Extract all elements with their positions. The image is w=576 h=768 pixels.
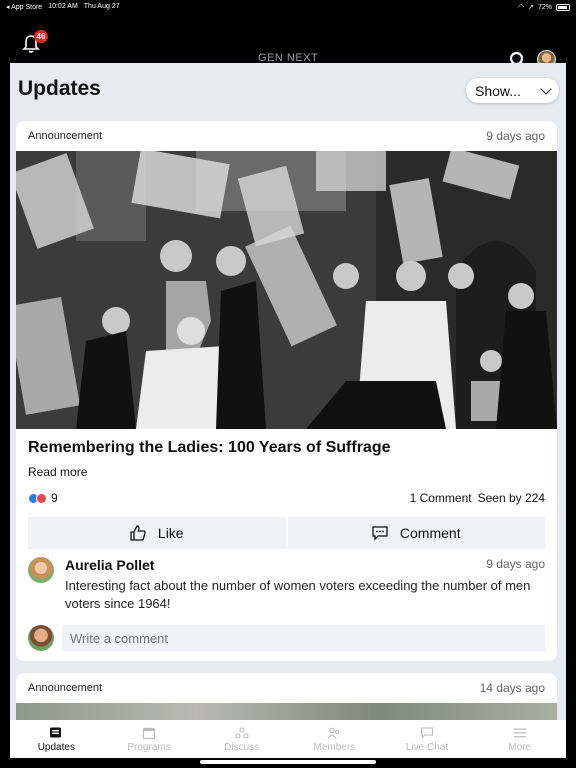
current-user-avatar	[28, 625, 54, 651]
post-card: Announcement 14 days ago	[16, 673, 557, 720]
comment-icon	[372, 526, 388, 541]
post-image[interactable]	[16, 703, 557, 720]
tab-more[interactable]: More	[473, 720, 566, 758]
tab-label: Updates	[37, 742, 75, 753]
battery-percent: 72%	[537, 3, 552, 11]
read-more-link[interactable]: Read more	[16, 457, 557, 485]
members-icon	[327, 727, 340, 739]
post-time: 14 days ago	[479, 681, 545, 695]
show-filter-label: Show...	[475, 82, 521, 99]
tab-label: Live Chat	[405, 742, 449, 753]
commenter-name[interactable]: Aurelia Pollet	[65, 557, 154, 573]
status-time: 10:02 AM	[48, 3, 78, 10]
tab-label: Members	[313, 742, 356, 753]
commenter-avatar[interactable]	[28, 557, 54, 583]
comment-time: 9 days ago	[486, 557, 545, 571]
location-icon: ➚	[528, 4, 534, 11]
post-card: Announcement 9 days ago Remembering the …	[16, 121, 557, 661]
back-to-app-store[interactable]: ◂ App Store	[6, 3, 42, 11]
post-header: Announcement 14 days ago	[16, 673, 557, 703]
updates-feed[interactable]: Updates Show... Announcement 9 days ago	[10, 63, 566, 720]
comment-text: Interesting fact about the number of wom…	[65, 578, 531, 611]
notification-badge: 46	[34, 30, 48, 43]
post-stats: 9 1 Comment Seen by 224	[16, 485, 557, 511]
write-comment-input[interactable]	[62, 625, 545, 651]
tab-label: More	[508, 742, 532, 753]
comment-count[interactable]: 1 Comment	[410, 491, 472, 505]
comment-label: Comment	[399, 525, 461, 541]
thumbs-up-icon	[130, 525, 146, 541]
wifi-icon: ◠	[518, 4, 525, 11]
tab-live-chat[interactable]: Live Chat	[381, 720, 474, 758]
chat-icon	[420, 727, 434, 739]
tab-programs[interactable]: Programs	[103, 720, 196, 758]
like-button[interactable]: Like	[28, 517, 286, 549]
write-comment-row	[16, 619, 557, 659]
discuss-icon	[235, 727, 249, 739]
reactions-summary[interactable]: 9	[28, 491, 58, 505]
seen-by-count[interactable]: Seen by 224	[478, 491, 545, 505]
tab-discuss[interactable]: Discuss	[195, 720, 288, 758]
calendar-icon	[142, 727, 156, 739]
show-filter-dropdown[interactable]: Show...	[466, 78, 559, 103]
post-header: Announcement 9 days ago	[16, 121, 557, 151]
tab-label: Programs	[127, 742, 171, 753]
home-indicator[interactable]	[200, 760, 376, 764]
tab-label: Discuss	[224, 742, 260, 753]
tab-members[interactable]: Members	[288, 720, 381, 758]
bottom-tab-bar: Updates Programs Discuss Members Live Ch…	[10, 720, 566, 758]
post-type: Announcement	[28, 130, 102, 142]
post-image[interactable]	[16, 151, 557, 429]
tab-updates[interactable]: Updates	[10, 720, 103, 758]
like-label: Like	[157, 525, 184, 541]
updates-icon	[50, 727, 62, 738]
top-nav-bar: 46 GEN NEXT	[0, 14, 576, 69]
page-title: Updates	[18, 77, 101, 100]
reaction-count: 9	[51, 491, 58, 505]
menu-icon	[513, 728, 526, 738]
post-type: Announcement	[28, 682, 102, 694]
status-date: Thu Aug 27	[83, 3, 120, 10]
love-reaction-icon	[36, 492, 47, 504]
suffrage-photo-illustration	[16, 151, 557, 429]
post-actions: Like Comment	[28, 517, 545, 549]
post-title[interactable]: Remembering the Ladies: 100 Years of Suf…	[16, 429, 557, 457]
comment-item: Aurelia Pollet 9 days ago Interesting fa…	[16, 549, 557, 619]
chevron-down-icon	[540, 82, 552, 95]
battery-icon	[556, 3, 570, 11]
status-bar: ◂ App Store 10:02 AM Thu Aug 27 ◠ ➚ 72%	[0, 0, 576, 14]
post-time: 9 days ago	[486, 129, 545, 143]
comment-button[interactable]: Comment	[287, 517, 545, 549]
